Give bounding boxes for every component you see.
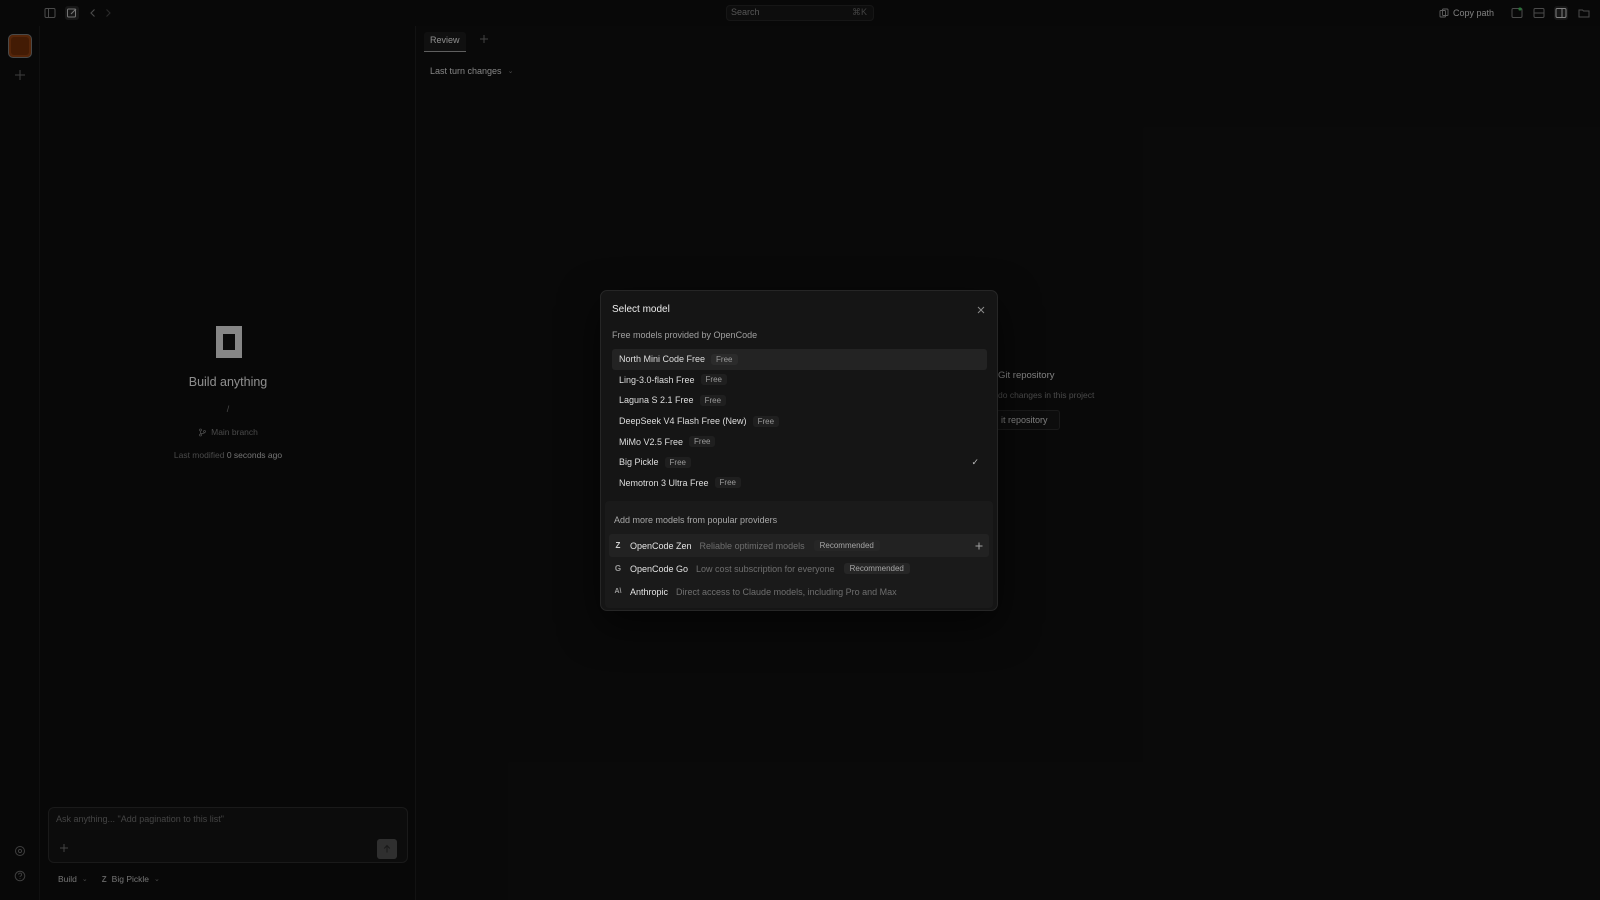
model-name: Nemotron 3 Ultra Free: [619, 477, 709, 488]
recommended-badge: Recommended: [813, 540, 880, 551]
recommended-badge: Recommended: [843, 563, 910, 574]
providers-heading: Add more models from popular providers: [614, 515, 778, 525]
provider-list: Z OpenCode Zen Reliable optimized models…: [609, 534, 989, 603]
model-option[interactable]: Nemotron 3 Ultra Free Free: [612, 473, 987, 494]
close-icon[interactable]: [976, 305, 986, 315]
free-badge: Free: [699, 394, 727, 406]
anthropic-icon: A\: [614, 587, 622, 595]
model-option[interactable]: DeepSeek V4 Flash Free (New) Free: [612, 411, 987, 432]
free-badge: Free: [714, 477, 741, 489]
provider-description: Reliable optimized models: [699, 540, 805, 551]
select-model-dialog: Select model Free models provided by Ope…: [600, 290, 998, 611]
free-badge: Free: [700, 374, 727, 386]
free-models-heading: Free models provided by OpenCode: [612, 330, 758, 340]
model-name: North Mini Code Free: [619, 354, 706, 365]
model-option-selected[interactable]: Big Pickle Free ✓: [612, 452, 987, 473]
model-option[interactable]: Laguna S 2.1 Free Free: [612, 390, 987, 411]
model-name: MiMo V2.5 Free: [619, 436, 684, 447]
provider-name: Anthropic: [630, 586, 669, 597]
model-name: Ling-3.0-flash Free: [619, 374, 695, 385]
provider-anthropic[interactable]: A\ Anthropic Direct access to Claude mod…: [609, 580, 989, 603]
provider-name: OpenCode Zen: [630, 540, 692, 551]
go-icon: G: [614, 563, 622, 573]
model-option[interactable]: Ling-3.0-flash Free Free: [612, 370, 987, 391]
provider-description: Direct access to Claude models, includin…: [676, 586, 897, 597]
free-badge: Free: [752, 415, 780, 427]
provider-description: Low cost subscription for everyone: [696, 563, 835, 574]
provider-opencode-zen[interactable]: Z OpenCode Zen Reliable optimized models…: [609, 534, 989, 557]
model-option[interactable]: MiMo V2.5 Free Free: [612, 431, 987, 452]
model-name: Big Pickle: [619, 457, 659, 468]
model-option[interactable]: North Mini Code Free Free: [612, 349, 987, 370]
dialog-title: Select model: [612, 304, 670, 315]
checkmark-icon: ✓: [971, 456, 979, 467]
model-name: DeepSeek V4 Flash Free (New): [619, 416, 747, 427]
model-name: Laguna S 2.1 Free: [619, 395, 694, 406]
free-badge: Free: [664, 456, 691, 468]
zen-icon: Z: [615, 540, 621, 550]
add-provider-icon[interactable]: [974, 541, 984, 551]
model-list: North Mini Code Free Free Ling-3.0-flash…: [612, 349, 987, 493]
free-badge: Free: [711, 353, 738, 365]
provider-name: OpenCode Go: [630, 563, 689, 574]
free-badge: Free: [689, 436, 716, 448]
provider-opencode-go[interactable]: G OpenCode Go Low cost subscription for …: [609, 557, 989, 580]
providers-section: Add more models from popular providers Z…: [605, 501, 993, 608]
